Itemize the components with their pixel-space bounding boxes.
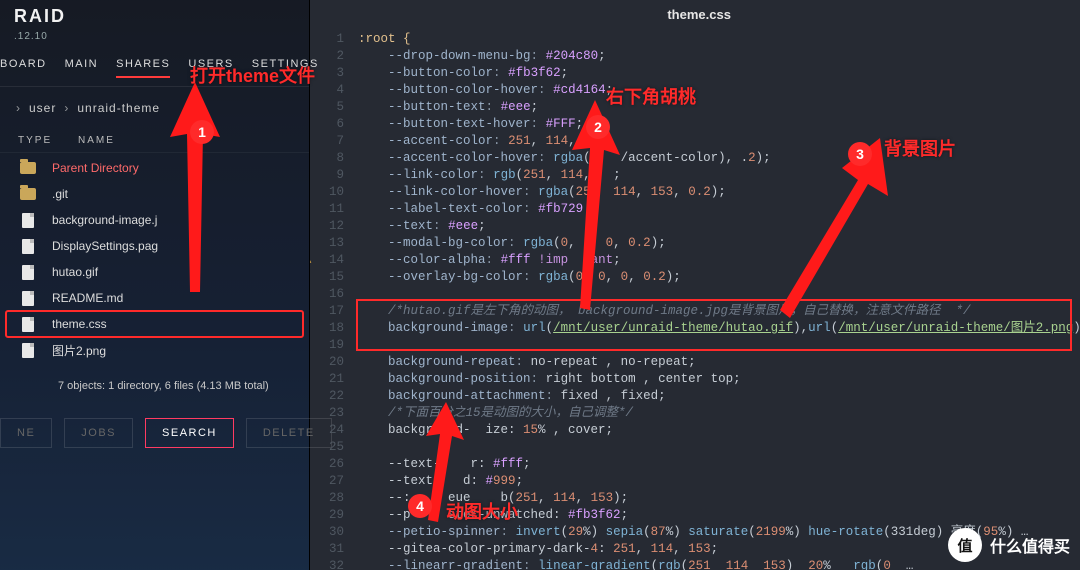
chevron-icon: › bbox=[64, 101, 69, 115]
file-name: Parent Directory bbox=[52, 161, 291, 175]
code-line[interactable]: /*下面百分之15是动图的大小，自己调整*/ bbox=[358, 405, 1080, 422]
file-row[interactable]: Parent Directory bbox=[6, 155, 303, 181]
nav-tab[interactable]: MAIN bbox=[65, 58, 99, 78]
file-row[interactable]: theme.css bbox=[6, 311, 303, 337]
code-editor-panel: theme.css 123456789101112131415161718192… bbox=[310, 0, 1080, 570]
code-line[interactable]: --accent-color-hover: rgba(v /accent-col… bbox=[358, 150, 1080, 167]
code-line[interactable]: --text: #eee; bbox=[358, 218, 1080, 235]
file-row[interactable]: README.md bbox=[6, 285, 303, 311]
code-line[interactable]: --modal-bg-color: rgba(0, , 0, 0.2); bbox=[358, 235, 1080, 252]
breadcrumb-seg[interactable]: unraid-theme bbox=[77, 101, 160, 115]
code-line[interactable]: --color-alpha: #fff !imp tant; bbox=[358, 252, 1080, 269]
nav-tab[interactable]: BOARD bbox=[0, 58, 47, 78]
code-line[interactable]: background-image: url(/mnt/user/unraid-t… bbox=[358, 320, 1080, 337]
code-line[interactable] bbox=[358, 286, 1080, 303]
code-line[interactable]: /*hutao.gif是左下角的动图， background-image.jpg… bbox=[358, 303, 1080, 320]
code-line[interactable]: :root { bbox=[358, 31, 1080, 48]
code-line[interactable]: background-repeat: no-repeat , no-repeat… bbox=[358, 354, 1080, 371]
file-row[interactable]: DisplaySettings.pag bbox=[6, 233, 303, 259]
file-icon bbox=[18, 212, 38, 228]
file-name: 图片2.png bbox=[52, 342, 291, 359]
code-line[interactable]: background- ize: 15% , cover; bbox=[358, 422, 1080, 439]
file-name: theme.css bbox=[52, 317, 291, 331]
code-line[interactable]: --button-color-hover: #cd4164; bbox=[358, 82, 1080, 99]
chevron-icon: › bbox=[16, 101, 21, 115]
code-line[interactable]: --button-color: #fb3f62; bbox=[358, 65, 1080, 82]
file-list: Parent Directory .git background-image.j Di… bbox=[0, 153, 309, 370]
code-line[interactable]: --label-text-color: #fb729 bbox=[358, 201, 1080, 218]
file-name: .git bbox=[52, 187, 291, 201]
file-icon bbox=[18, 264, 38, 280]
code-line[interactable] bbox=[358, 337, 1080, 354]
code-line[interactable]: --button-text: #eee; bbox=[358, 99, 1080, 116]
file-icon bbox=[18, 316, 38, 332]
watermark-badge-icon: 值 bbox=[948, 528, 982, 562]
watermark-text: 什么值得买 bbox=[990, 533, 1070, 557]
code-line[interactable]: --button-text-hover: #FFF; bbox=[358, 116, 1080, 133]
action-bar: NE JOBS SEARCH DELETE bbox=[0, 410, 309, 456]
file-name: hutao.gif bbox=[52, 265, 291, 279]
file-summary: 7 objects: 1 directory, 6 files (4.13 MB… bbox=[0, 370, 309, 410]
watermark: 值 什么值得买 bbox=[948, 528, 1070, 562]
one-button[interactable]: NE bbox=[0, 418, 52, 448]
col-type: TYPE bbox=[18, 135, 58, 146]
code-line[interactable]: --overlay-bg-color: rgba(0, 0, 0, 0.2); bbox=[358, 269, 1080, 286]
code-line[interactable]: --accent-color: 251, 114, 153; bbox=[358, 133, 1080, 150]
brand-title: RAID bbox=[0, 0, 309, 31]
file-name: README.md bbox=[52, 291, 291, 305]
breadcrumb[interactable]: › user › unraid-theme bbox=[0, 87, 309, 129]
file-name: background-image.j bbox=[52, 213, 291, 227]
code-line[interactable]: --: eue b(251, 114, 153); bbox=[358, 490, 1080, 507]
folder-icon bbox=[18, 160, 38, 176]
code-line[interactable]: --drop-down-menu-bg: #204c80; bbox=[358, 48, 1080, 65]
nav-tab[interactable]: SHARES bbox=[116, 58, 170, 78]
code-line[interactable]: --p ster-unwatched: #fb3f62; bbox=[358, 507, 1080, 524]
nav-tab[interactable]: USERS bbox=[188, 58, 233, 78]
code-line[interactable]: --link-color-hover: rgba(25 114, 153, 0.… bbox=[358, 184, 1080, 201]
file-icon bbox=[18, 343, 38, 359]
jobs-button[interactable]: JOBS bbox=[64, 418, 133, 448]
nav-tab[interactable]: SETTINGS bbox=[252, 58, 319, 78]
file-browser-panel: RAID .12.10 BOARDMAINSHARESUSERSSETTINGS… bbox=[0, 0, 310, 570]
version-label: .12.10 bbox=[0, 31, 309, 50]
code-line[interactable]: --text d: #999; bbox=[358, 473, 1080, 490]
code-line[interactable]: --link-color: rgb(251, 114, ; bbox=[358, 167, 1080, 184]
search-button[interactable]: SEARCH bbox=[145, 418, 234, 448]
line-gutter: 1234567891011121314151617181920212223242… bbox=[310, 29, 354, 570]
editor-filename: theme.css bbox=[310, 0, 1080, 29]
nav-tabs: BOARDMAINSHARESUSERSSETTINGS bbox=[0, 50, 309, 87]
code-line[interactable]: background-attachment: fixed , fixed; bbox=[358, 388, 1080, 405]
file-name: DisplaySettings.pag bbox=[52, 239, 291, 253]
file-icon bbox=[18, 290, 38, 306]
folder-icon bbox=[18, 186, 38, 202]
code-area[interactable]: :root { --drop-down-menu-bg: #204c80; --… bbox=[354, 29, 1080, 570]
file-row[interactable]: hutao.gif bbox=[6, 259, 303, 285]
code-editor[interactable]: 1234567891011121314151617181920212223242… bbox=[310, 29, 1080, 570]
code-line[interactable]: background-position: right bottom , cent… bbox=[358, 371, 1080, 388]
code-line[interactable] bbox=[358, 439, 1080, 456]
file-icon bbox=[18, 238, 38, 254]
code-line[interactable]: --text-h r: #fff; bbox=[358, 456, 1080, 473]
col-name: NAME bbox=[78, 135, 115, 146]
file-row[interactable]: background-image.j bbox=[6, 207, 303, 233]
file-row[interactable]: .git bbox=[6, 181, 303, 207]
file-list-header: TYPE NAME bbox=[0, 129, 309, 153]
file-row[interactable]: 图片2.png bbox=[6, 337, 303, 364]
breadcrumb-seg[interactable]: user bbox=[29, 101, 56, 115]
